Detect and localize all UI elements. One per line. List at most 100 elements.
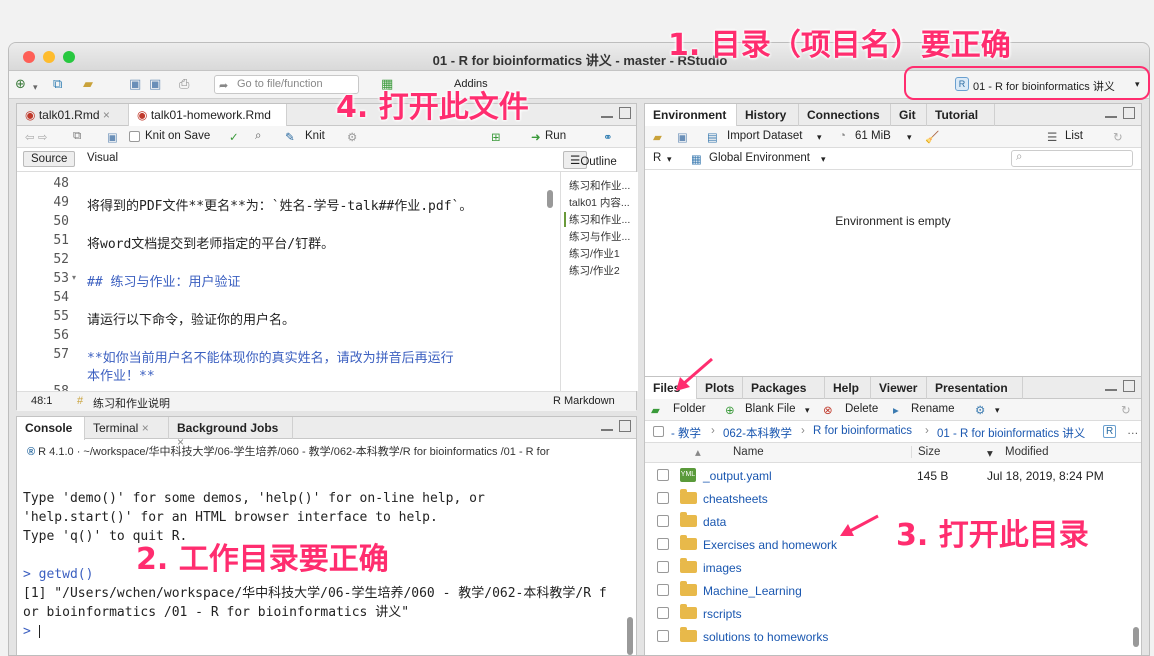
tab-console[interactable]: Console <box>17 417 85 440</box>
search-icon[interactable]: ⌕ <box>255 130 261 143</box>
save-workspace-icon[interactable]: ▣ <box>677 130 688 144</box>
view-mode-selector[interactable]: List <box>1065 130 1083 142</box>
breadcrumb-item[interactable]: 062-本科教学 <box>723 425 792 441</box>
folder-name[interactable]: rscripts <box>703 607 742 621</box>
show-in-window-icon[interactable]: ⧉ <box>73 130 81 143</box>
spellcheck-icon[interactable]: ✓ <box>229 130 239 144</box>
tab-background-jobs[interactable]: Background Jobs × <box>169 417 293 449</box>
rename-button[interactable]: Rename <box>911 403 954 415</box>
tab-history[interactable]: History <box>737 104 799 126</box>
chevron-down-icon[interactable]: ▾ <box>995 405 1000 416</box>
row-checkbox[interactable] <box>657 561 669 573</box>
open-file-icon[interactable]: ▰ <box>83 77 93 91</box>
chevron-down-icon[interactable]: ▾ <box>821 154 826 165</box>
tab-terminal[interactable]: Terminal × <box>85 417 169 439</box>
minimize-pane-icon[interactable] <box>601 421 613 431</box>
tab-talk01-homework[interactable]: ◉ talk01-homework.Rmd × <box>129 104 287 136</box>
knit-icon[interactable]: ✎ <box>285 130 295 144</box>
breadcrumb-item[interactable]: 01 - R for bioinformatics 讲义 <box>937 425 1085 441</box>
file-name[interactable]: _output.yaml <box>703 469 772 483</box>
env-search-input[interactable]: ⌕ <box>1011 150 1133 167</box>
folder-name[interactable]: Machine_Learning <box>703 584 802 598</box>
row-checkbox[interactable] <box>657 584 669 596</box>
breadcrumb-item[interactable]: - 教学 <box>671 425 701 441</box>
folder-name[interactable]: images <box>703 561 742 575</box>
insert-chunk-icon[interactable]: ⊞ <box>491 130 501 144</box>
file-row[interactable]: YML _output.yaml 145 B Jul 18, 2019, 8:24 P… <box>645 465 1127 488</box>
editor-scrollbar[interactable] <box>547 190 553 208</box>
tab-talk01[interactable]: ◉ talk01.Rmd × <box>17 104 129 126</box>
maximize-pane-icon[interactable] <box>1123 107 1135 119</box>
outline-item[interactable]: 练习与作业... <box>569 229 630 244</box>
more-gear-icon[interactable]: ⚙ <box>975 403 985 417</box>
folder-name[interactable]: data <box>703 515 726 529</box>
load-workspace-icon[interactable]: ▰ <box>653 130 662 144</box>
row-checkbox[interactable] <box>657 607 669 619</box>
folder-name[interactable]: Exercises and homework <box>703 538 837 552</box>
folder-row[interactable]: images <box>645 557 1127 580</box>
tab-connections[interactable]: Connections <box>799 104 891 126</box>
row-checkbox[interactable] <box>657 538 669 550</box>
delete-button[interactable]: Delete <box>845 403 878 415</box>
maximize-pane-icon[interactable] <box>1123 380 1135 392</box>
new-project-icon[interactable]: ⧉ <box>53 77 62 91</box>
broom-icon[interactable]: 🧹 <box>925 130 939 144</box>
tab-environment[interactable]: Environment <box>645 104 737 127</box>
outline-item[interactable]: 练习/作业1 <box>569 246 620 261</box>
files-scrollbar[interactable] <box>1133 627 1139 647</box>
folder-name[interactable]: solutions to homeworks <box>703 630 828 644</box>
refresh-icon[interactable]: ↻ <box>1113 130 1123 144</box>
save-icon[interactable]: ▣ <box>107 130 118 144</box>
minimize-pane-icon[interactable] <box>1105 381 1117 391</box>
print-icon[interactable]: ⎙ <box>179 77 189 91</box>
new-folder-button[interactable]: Folder <box>673 403 706 415</box>
row-checkbox[interactable] <box>657 469 669 481</box>
outline-item[interactable]: 练习和作业... <box>569 178 630 193</box>
row-checkbox[interactable] <box>657 630 669 642</box>
file-type-selector[interactable]: R Markdown <box>553 395 615 407</box>
outline-item-active[interactable]: 练习和作业... <box>564 212 630 227</box>
console-prompt[interactable]: > <box>23 622 607 641</box>
tab-presentation[interactable]: Presentation <box>927 377 1023 399</box>
chevron-down-icon[interactable]: ▾ <box>817 132 822 143</box>
column-modified[interactable]: Modified <box>1005 446 1048 458</box>
folder-row[interactable]: cheatsheets <box>645 488 1127 511</box>
run-arrow-icon[interactable]: ➜ <box>531 130 541 144</box>
outline-item[interactable]: talk01 内容... <box>569 195 630 210</box>
more-icon[interactable]: … <box>1127 425 1139 437</box>
chevron-down-icon[interactable]: ▾ <box>33 80 38 94</box>
knit-button[interactable]: Knit <box>305 130 325 142</box>
close-icon[interactable]: × <box>142 421 149 435</box>
row-checkbox[interactable] <box>657 492 669 504</box>
settings-gear-icon[interactable]: ⚙ <box>347 130 357 144</box>
language-selector[interactable]: R <box>653 152 661 164</box>
outline-item[interactable]: 练习/作业2 <box>569 263 620 278</box>
row-checkbox[interactable] <box>657 515 669 527</box>
minimize-pane-icon[interactable] <box>601 108 613 118</box>
folder-name[interactable]: cheatsheets <box>703 492 768 506</box>
select-all-checkbox[interactable] <box>653 426 664 437</box>
publish-icon[interactable]: ⚭ <box>603 130 613 144</box>
refresh-icon[interactable]: ↻ <box>1121 403 1131 417</box>
save-icon[interactable]: ▣ <box>129 77 141 91</box>
memory-usage[interactable]: 61 MiB <box>855 130 891 142</box>
folder-row[interactable]: rscripts <box>645 603 1127 626</box>
back-icon[interactable]: ⇦ ⇨ <box>25 130 47 144</box>
global-env-selector[interactable]: Global Environment <box>709 152 810 164</box>
visual-mode-button[interactable]: Visual <box>87 152 118 164</box>
folder-row[interactable]: Machine_Learning <box>645 580 1127 603</box>
source-mode-button[interactable]: Source <box>23 151 76 167</box>
console-scrollbar[interactable] <box>627 617 633 655</box>
save-all-icon[interactable]: ▣ <box>149 77 161 91</box>
chevron-down-icon[interactable]: ▾ <box>667 154 672 165</box>
outline-button[interactable]: ☰ Outline <box>563 151 617 169</box>
maximize-pane-icon[interactable] <box>619 107 631 119</box>
import-dataset-button[interactable]: Import Dataset <box>727 130 802 142</box>
tab-packages[interactable]: Packages <box>743 377 825 399</box>
minimize-pane-icon[interactable] <box>1105 108 1117 118</box>
chevron-down-icon[interactable]: ▾ <box>907 132 912 143</box>
chevron-down-icon[interactable]: ▾ <box>805 405 810 416</box>
run-button[interactable]: Run <box>545 130 566 142</box>
new-file-icon[interactable]: ⊕ <box>15 77 26 91</box>
code-editor[interactable]: 48 49 将得到的PDF文件**更名**为：`姓名-学号-talk##作业.p… <box>17 172 553 391</box>
